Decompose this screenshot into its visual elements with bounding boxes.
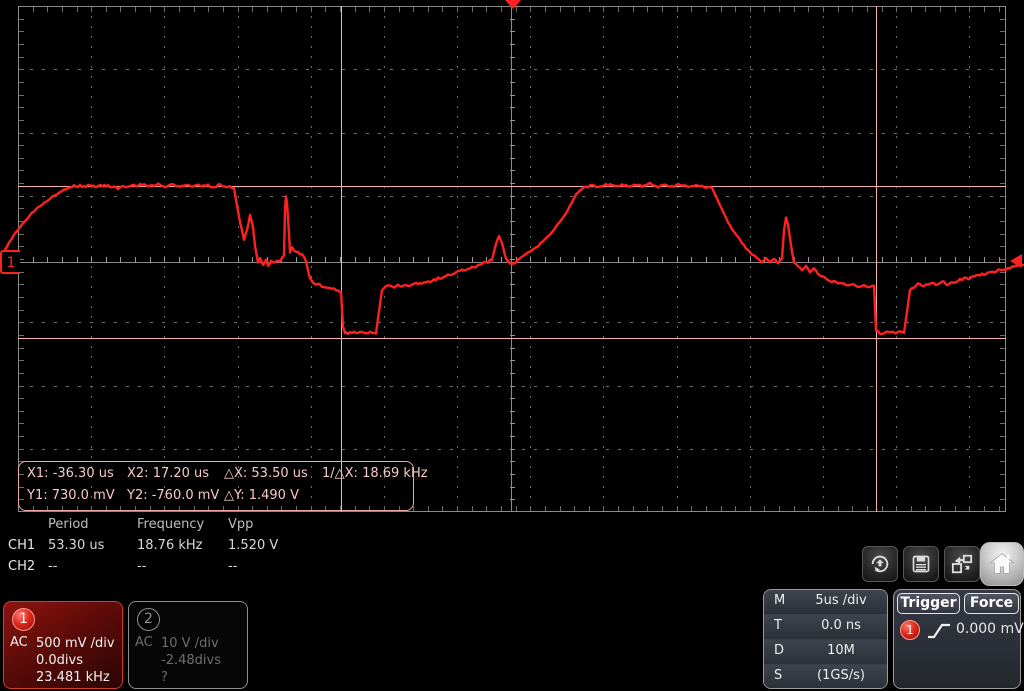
timebase-key-d: D [774, 643, 785, 658]
cursor-x1: X1: -36.30 us [27, 466, 114, 481]
trigger-level-marker[interactable] [1010, 254, 1022, 268]
cursor-y2: Y2: -760.0 mV [127, 488, 220, 503]
channel-1-freq: 23.481 kHz [36, 670, 110, 685]
auto-scale-button[interactable] [862, 546, 898, 582]
cursor-y1: Y1: 730.0 mV [27, 488, 115, 503]
meas-ch2-period: -- [48, 559, 58, 574]
save-button[interactable] [903, 546, 939, 582]
channel-2-freq: ? [161, 670, 168, 685]
channel-2-coupling[interactable]: AC [135, 635, 153, 650]
timebase-row-d[interactable]: D 10M [764, 640, 887, 665]
trigger-panel[interactable]: Trigger Force 1 0.000 mV [893, 589, 1024, 689]
trigger-tab-button[interactable]: Trigger [897, 593, 960, 614]
meas-ch1-period: 53.30 us [48, 538, 105, 553]
cursor-dx: △X: 53.50 us [224, 466, 308, 481]
channel-2-offset[interactable]: -2.48divs [161, 652, 221, 669]
force-trigger-button[interactable]: Force [964, 593, 1019, 614]
meas-row-ch1-label: CH1 [8, 538, 36, 553]
timebase-row-m[interactable]: M 5us /div [764, 590, 887, 615]
trigger-level-value[interactable]: 0.000 mV [956, 621, 1024, 637]
meas-ch2-vpp: -- [228, 559, 238, 574]
home-button[interactable] [980, 542, 1024, 586]
copy-paste-icon [951, 554, 973, 574]
meas-ch1-vpp: 1.520 V [228, 538, 279, 553]
channel-1-scale[interactable]: 500 mV /div [36, 635, 115, 652]
ch1-ground-marker[interactable]: 1 [0, 250, 20, 274]
channel-1-coupling[interactable]: AC [10, 635, 28, 650]
timebase-key-s: S [774, 668, 783, 683]
cursor-readout-box: X1: -36.30 us X2: 17.20 us △X: 53.50 us … [18, 461, 428, 511]
meas-header-vpp: Vpp [228, 517, 254, 532]
cursor-x2: X2: 17.20 us [127, 466, 210, 481]
timebase-key-t: T [774, 618, 782, 633]
meas-row-ch2-label: CH2 [8, 559, 36, 574]
meas-ch1-frequency: 18.76 kHz [137, 538, 203, 553]
timebase-key-m: M [774, 593, 786, 608]
floppy-disk-icon [912, 555, 930, 573]
home-icon [989, 553, 1015, 574]
measurement-table: Period Frequency Vpp CH1 53.30 us 18.76 … [0, 517, 400, 579]
trigger-position-marker[interactable] [505, 0, 521, 9]
channel-1-offset[interactable]: 0.0divs [36, 652, 115, 669]
timebase-value-d[interactable]: 10M [797, 643, 885, 658]
timebase-value-t[interactable]: 0.0 ns [797, 618, 885, 633]
timebase-row-t[interactable]: T 0.0 ns [764, 615, 887, 640]
trigger-source-badge[interactable]: 1 [900, 620, 920, 640]
channel-2-scale[interactable]: 10 V /div [161, 635, 221, 652]
waveform-ch1 [0, 181, 1024, 336]
auto-scale-icon [871, 555, 889, 573]
cursor-inv-dx: 1/△X: 18.69 kHz [322, 466, 428, 481]
meas-ch2-frequency: -- [137, 559, 147, 574]
timebase-value-m[interactable]: 5us /div [797, 593, 885, 608]
channel-1-panel[interactable]: 1 AC 500 mV /div 0.0divs 23.481 kHz [3, 601, 123, 689]
timebase-value-s[interactable]: (1GS/s) [797, 668, 885, 683]
copy-button[interactable] [944, 546, 980, 582]
scope-display-area[interactable]: 1 X1: -36.30 us X2: 17.20 us △X: 53.50 u… [0, 0, 1024, 515]
meas-header-frequency: Frequency [137, 517, 205, 532]
timebase-panel[interactable]: M 5us /div T 0.0 ns D 10M S (1GS/s) [763, 589, 888, 689]
meas-header-period: Period [48, 517, 89, 532]
channel-2-panel[interactable]: 2 AC 10 V /div -2.48divs ? [128, 601, 248, 689]
cursor-dy: △Y: 1.490 V [224, 488, 299, 503]
timebase-row-s[interactable]: S (1GS/s) [764, 665, 887, 688]
channel-2-badge[interactable]: 2 [137, 608, 160, 631]
channel-1-badge[interactable]: 1 [12, 608, 35, 631]
toolbar [862, 542, 1024, 588]
rising-edge-icon[interactable] [926, 620, 952, 640]
